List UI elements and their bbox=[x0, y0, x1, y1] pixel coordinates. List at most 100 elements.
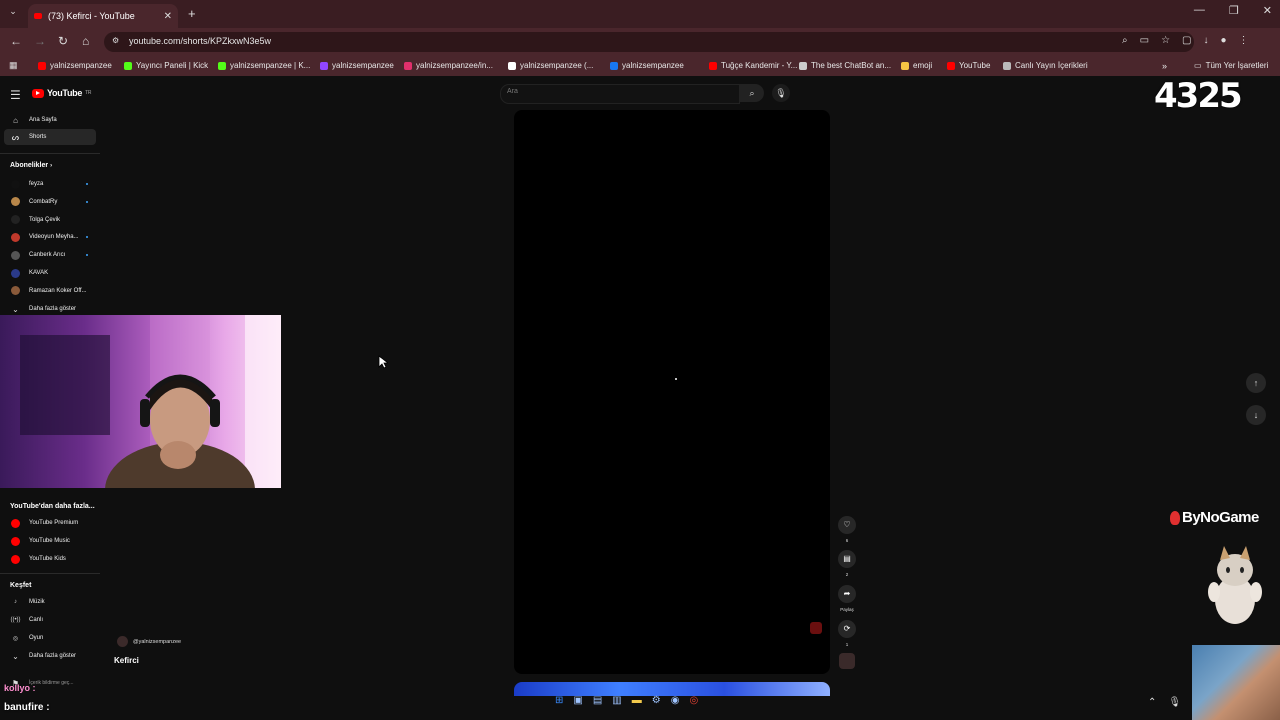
sidebar-item-home[interactable]: ⌂ Ana Sayfa bbox=[0, 112, 100, 128]
next-short-button[interactable]: ↓ bbox=[1246, 405, 1266, 425]
steam-icon[interactable]: ◉ bbox=[671, 695, 680, 706]
bookmark-3[interactable]: yalnizsempanzee bbox=[320, 61, 394, 70]
restore-icon[interactable]: ❐ bbox=[1229, 4, 1239, 17]
like-button[interactable]: ♡ bbox=[838, 516, 856, 534]
remix-count: 1 bbox=[845, 642, 849, 647]
sound-thumbnail[interactable] bbox=[839, 653, 855, 669]
youtube-logo[interactable]: YouTube TR bbox=[32, 88, 91, 98]
remix-button[interactable]: ⟳ bbox=[838, 620, 856, 638]
sidebar-explore-item[interactable]: ((•)) Canlı bbox=[0, 612, 100, 628]
sidebar-subscription-item[interactable]: Canberk Arıcı bbox=[0, 247, 100, 263]
sound-icon[interactable] bbox=[810, 622, 822, 634]
bookmark-5[interactable]: yalnizsempanzee (... bbox=[508, 61, 593, 70]
music-icon: ♪ bbox=[14, 599, 17, 605]
sidebar-subscription-item[interactable]: feyza bbox=[0, 176, 100, 192]
home-button-icon[interactable]: ⌂ bbox=[82, 34, 89, 48]
sidebar-show-more-explore[interactable]: ⌄ Daha fazla göster bbox=[0, 648, 100, 664]
sidebar-more-from-item[interactable]: YouTube Kids bbox=[0, 551, 100, 567]
shorts-video-player[interactable] bbox=[514, 110, 830, 674]
sidebar-explore-item[interactable]: ♪ Müzik bbox=[0, 594, 100, 610]
apps-grid-icon[interactable]: ▦ bbox=[9, 60, 18, 71]
bookmark-star-icon[interactable]: ☆ bbox=[1161, 35, 1170, 46]
bookmark-favicon-icon bbox=[38, 61, 46, 70]
tab-search-icon[interactable]: ⌄ bbox=[6, 6, 20, 20]
forward-icon[interactable]: → bbox=[34, 34, 46, 48]
zoom-icon[interactable]: ⌕ bbox=[1122, 35, 1128, 46]
bookmark-7[interactable]: Tuğçe Kandemir - Y... bbox=[709, 61, 797, 70]
dancing-cat-sticker bbox=[1200, 540, 1270, 626]
minimize-icon[interactable]: — bbox=[1194, 4, 1205, 17]
sidebar-subscription-item[interactable]: CombatRy bbox=[0, 194, 100, 210]
sidebar-subscription-item[interactable]: KAVAK bbox=[0, 265, 100, 281]
youtube-app-icon bbox=[11, 536, 20, 546]
subscriptions-header[interactable]: Abonelikler › bbox=[10, 162, 52, 169]
reload-icon[interactable]: ↻ bbox=[58, 34, 68, 48]
hamburger-menu-icon[interactable]: ☰ bbox=[10, 88, 21, 102]
settings-gear-icon[interactable]: ⚙ bbox=[652, 695, 661, 706]
bookmark-4[interactable]: yalnizsempanzee/in... bbox=[404, 61, 493, 70]
close-window-icon[interactable]: ✕ bbox=[1263, 4, 1272, 17]
chrome-icon[interactable]: ◎ bbox=[689, 695, 698, 706]
comments-button[interactable]: ▤ bbox=[838, 550, 856, 568]
profile-icon[interactable]: ● bbox=[1220, 35, 1226, 46]
task-view-icon[interactable]: ▣ bbox=[573, 695, 582, 706]
windows-start-icon[interactable]: ⊞ bbox=[555, 695, 563, 706]
chat-message-banufire: banufire : bbox=[4, 702, 50, 713]
channel-avatar bbox=[11, 250, 20, 260]
sidebar-more-from-item[interactable]: YouTube Music bbox=[0, 533, 100, 549]
channel-avatar bbox=[11, 232, 20, 242]
webcam-scene bbox=[20, 315, 281, 488]
comment-count: 2 bbox=[845, 572, 849, 577]
bookmark-0[interactable]: yalnizsempanzee bbox=[38, 61, 112, 70]
bookmark-6[interactable]: yalnizsempanzee bbox=[610, 61, 684, 70]
bookmark-favicon-icon bbox=[508, 61, 516, 70]
gaming-icon: ◎ bbox=[12, 635, 19, 642]
arrow-up-icon: ↑ bbox=[1253, 378, 1259, 388]
tray-chevron-icon[interactable]: ⌃ bbox=[1148, 697, 1156, 708]
explore-header: Keşfet bbox=[10, 582, 32, 589]
voice-search-button[interactable]: 🎙 bbox=[772, 84, 790, 102]
sidebar-subscription-item[interactable]: Ramazan Koker Off... bbox=[0, 283, 100, 299]
folder-icon: ▭ bbox=[1194, 61, 1202, 70]
browser-tab-active[interactable]: (73) Kefirci - YouTube ✕ bbox=[28, 4, 178, 28]
next-short-preview[interactable] bbox=[514, 682, 830, 696]
bookmark-11[interactable]: Canlı Yayın İçerikleri bbox=[1003, 61, 1088, 70]
file-explorer-icon[interactable]: ▬ bbox=[632, 695, 642, 706]
sidebar-explore-item[interactable]: ◎ Oyun bbox=[0, 630, 100, 646]
extensions-icon[interactable]: ▢ bbox=[1182, 35, 1191, 46]
bookmark-2[interactable]: yalnizsempanzee | K... bbox=[218, 61, 310, 70]
channel-avatar[interactable] bbox=[117, 636, 128, 647]
search-button[interactable]: ⌕ bbox=[740, 84, 764, 102]
downloads-icon[interactable]: ↓ bbox=[1203, 35, 1208, 46]
back-icon[interactable]: ← bbox=[10, 34, 22, 48]
bookmark-10[interactable]: YouTube bbox=[947, 61, 990, 70]
cast-icon[interactable]: ▭ bbox=[1140, 35, 1149, 46]
search-input[interactable] bbox=[500, 84, 740, 104]
site-info-icon[interactable]: ⚙ bbox=[112, 36, 119, 45]
live-dot bbox=[86, 200, 88, 203]
all-bookmarks[interactable]: ▭ Tüm Yer İşaretleri bbox=[1194, 61, 1268, 70]
stream-counter: 4325 bbox=[1154, 76, 1243, 116]
share-button[interactable]: ➦ bbox=[838, 585, 856, 603]
bookmark-1[interactable]: Yayıncı Paneli | Kick bbox=[124, 61, 208, 70]
tab-close-icon[interactable]: ✕ bbox=[164, 11, 172, 22]
channel-handle[interactable]: @yalnizsempanzee bbox=[133, 639, 181, 645]
tray-mic-icon[interactable]: 🎙 bbox=[1168, 697, 1181, 708]
bookmark-9[interactable]: emoji bbox=[901, 61, 932, 70]
store-icon[interactable]: ▥ bbox=[612, 695, 621, 706]
live-dot bbox=[86, 183, 88, 185]
browser-menu-icon[interactable]: ⋮ bbox=[1239, 35, 1249, 46]
widgets-icon[interactable]: ▤ bbox=[593, 695, 602, 706]
more-from-youtube-header: YouTube'dan daha fazla... bbox=[10, 503, 95, 510]
more-bookmarks-icon[interactable]: » bbox=[1162, 61, 1167, 71]
previous-short-button[interactable]: ↑ bbox=[1246, 373, 1266, 393]
sidebar-subscription-item[interactable]: Videoyun Meyha... bbox=[0, 229, 100, 245]
sidebar-subscription-item[interactable]: Tolga Çevik bbox=[0, 212, 100, 228]
share-icon: ➦ bbox=[843, 589, 851, 598]
url-text[interactable]: youtube.com/shorts/KPZkxwN3e5w bbox=[129, 36, 271, 46]
bookmark-8[interactable]: The best ChatBot an... bbox=[799, 61, 891, 70]
sidebar-item-shorts[interactable]: ᔕ Shorts bbox=[4, 129, 96, 145]
youtube-app-icon bbox=[11, 554, 20, 564]
new-tab-button[interactable]: + bbox=[188, 6, 196, 21]
sidebar-more-from-item[interactable]: YouTube Premium bbox=[0, 515, 100, 531]
